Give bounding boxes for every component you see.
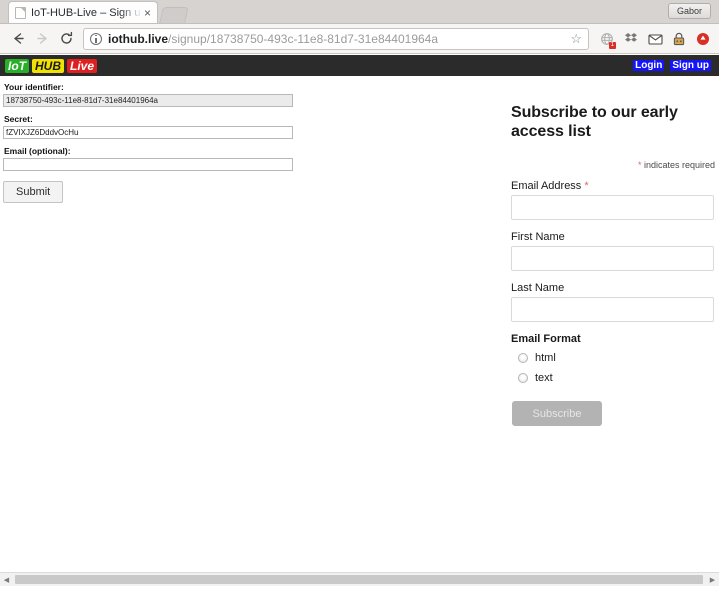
- last-name-input[interactable]: [511, 297, 714, 322]
- scroll-left-icon[interactable]: ◀: [0, 573, 13, 586]
- extension-badge-count: 1: [608, 41, 616, 49]
- lock-extension-icon[interactable]: [669, 28, 689, 50]
- email-optional-input[interactable]: [3, 158, 293, 171]
- browser-tab[interactable]: IoT-HUB-Live – Sign u ×: [8, 1, 158, 23]
- page-icon: [15, 6, 26, 19]
- scrollbar-track[interactable]: [13, 573, 706, 586]
- address-bar[interactable]: iothub.live/signup/18738750-493c-11e8-81…: [83, 27, 589, 50]
- header-links: Login Sign up: [633, 60, 714, 71]
- record-extension-icon[interactable]: [693, 28, 713, 50]
- radio-icon[interactable]: [518, 373, 528, 383]
- secret-input[interactable]: [3, 126, 293, 139]
- login-link[interactable]: Login: [633, 60, 665, 71]
- signup-form: Your identifier: Secret: Email (optional…: [3, 82, 295, 203]
- first-name-label: First Name: [511, 231, 565, 243]
- email-optional-label: Email (optional):: [4, 146, 71, 156]
- browser-window: IoT-HUB-Live – Sign u × Gabor iothub.liv…: [0, 0, 719, 600]
- email-format-option-html[interactable]: html: [511, 352, 715, 364]
- url-text: iothub.live/signup/18738750-493c-11e8-81…: [108, 32, 564, 46]
- reload-icon[interactable]: [54, 27, 78, 51]
- url-path: /signup/18738750-493c-11e8-81d7-31e84401…: [168, 31, 439, 46]
- identifier-input[interactable]: [3, 94, 293, 107]
- site-header: IoT HUB Live Login Sign up: [0, 55, 719, 76]
- globe-extension-icon[interactable]: 1: [597, 28, 617, 50]
- email-format-text-label: text: [535, 372, 553, 384]
- email-format-option-text[interactable]: text: [511, 372, 715, 384]
- required-note-text: indicates required: [641, 160, 715, 170]
- scroll-right-icon[interactable]: ▶: [706, 573, 719, 586]
- tab-strip: IoT-HUB-Live – Sign u × Gabor: [0, 0, 719, 24]
- subscribe-panel: Subscribe to our early access list * ind…: [511, 103, 715, 426]
- site-logo[interactable]: IoT HUB Live: [5, 58, 98, 73]
- url-host: iothub.live: [108, 31, 168, 46]
- logo-hub: HUB: [32, 58, 64, 73]
- forward-icon: [30, 27, 54, 51]
- subscribe-button[interactable]: Subscribe: [512, 401, 602, 426]
- identifier-label: Your identifier:: [4, 82, 64, 92]
- new-tab-button[interactable]: [159, 7, 189, 23]
- horizontal-scrollbar[interactable]: ◀ ▶: [0, 572, 719, 586]
- signup-link[interactable]: Sign up: [670, 60, 711, 71]
- logo-iot: IoT: [5, 58, 29, 73]
- site-information-icon[interactable]: [90, 32, 102, 45]
- required-note: * indicates required: [511, 160, 715, 170]
- page-viewport: IoT HUB Live Login Sign up Your identifi…: [0, 55, 719, 586]
- back-icon[interactable]: [6, 27, 30, 51]
- email-format-title: Email Format: [511, 333, 581, 345]
- email-format-html-label: html: [535, 352, 556, 364]
- dropbox-extension-icon[interactable]: [621, 28, 641, 50]
- profile-button[interactable]: Gabor: [667, 3, 711, 19]
- tab-title: IoT-HUB-Live – Sign u: [31, 6, 141, 19]
- required-asterisk: *: [584, 180, 589, 192]
- subscribe-title: Subscribe to our early access list: [511, 104, 678, 140]
- bookmark-star-icon[interactable]: ☆: [570, 31, 582, 47]
- email-address-label: Email Address *: [511, 180, 715, 192]
- submit-button[interactable]: Submit: [3, 181, 64, 203]
- email-address-label-text: Email Address: [511, 180, 582, 192]
- first-name-input[interactable]: [511, 246, 714, 271]
- extension-icons: 1: [594, 28, 713, 50]
- browser-toolbar: iothub.live/signup/18738750-493c-11e8-81…: [0, 24, 719, 54]
- last-name-label: Last Name: [511, 282, 565, 294]
- close-icon[interactable]: ×: [142, 7, 153, 19]
- scrollbar-thumb[interactable]: [15, 575, 703, 584]
- radio-icon[interactable]: [518, 353, 528, 363]
- mail-extension-icon[interactable]: [645, 28, 665, 50]
- logo-live: Live: [67, 58, 98, 73]
- secret-label: Secret:: [4, 114, 33, 124]
- email-address-input[interactable]: [511, 195, 714, 220]
